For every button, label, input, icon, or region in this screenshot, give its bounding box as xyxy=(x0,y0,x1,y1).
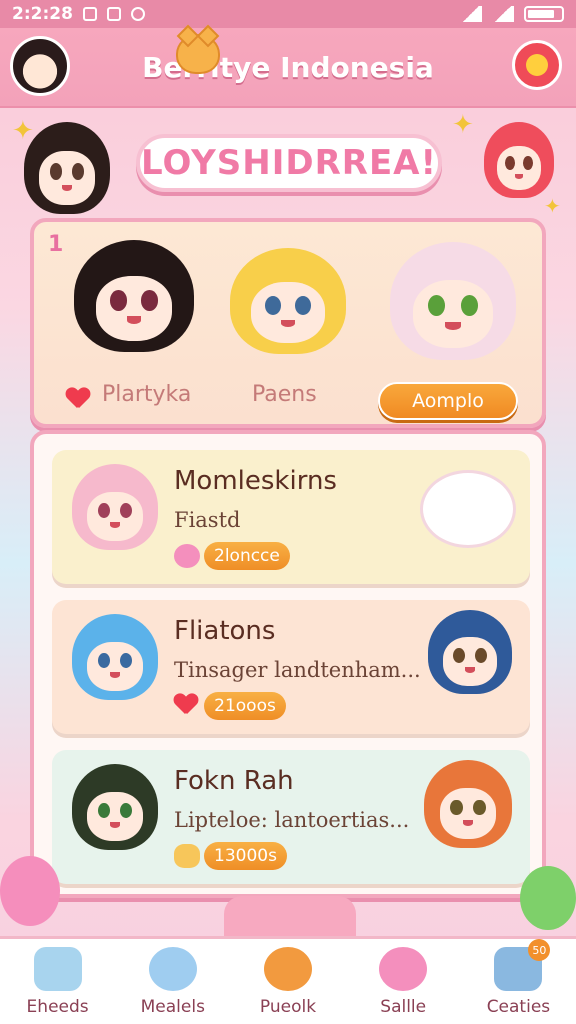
sparkle-icon: ✦ xyxy=(452,110,474,140)
card-title: Momleskirns xyxy=(174,466,337,496)
list-item[interactable]: Fliatons Tinsager landtenham... 21ooos xyxy=(52,600,530,734)
decor-blob xyxy=(520,866,576,930)
battery-icon xyxy=(524,6,564,22)
status-time: 2:2:28 xyxy=(12,4,73,24)
center-tab-bump xyxy=(224,896,356,940)
nav-label: Eheeds xyxy=(26,997,89,1017)
nav-label: Pueolk xyxy=(259,997,317,1017)
notification-icon xyxy=(82,7,97,21)
home-icon xyxy=(33,947,82,991)
controller-icon xyxy=(526,54,548,76)
list-panel: Momleskirns Fiastd 2loncce Fliatons Tins… xyxy=(30,430,546,898)
bottom-nav: Eheeds Mealels Pueolk Sallle 50 Ceaties xyxy=(0,936,576,1024)
card-count-pill: 2loncce xyxy=(204,542,290,570)
card-avatar xyxy=(72,614,158,700)
notification-badge: 50 xyxy=(528,939,551,961)
nav-label: Sallle xyxy=(380,997,427,1017)
heart-icon xyxy=(174,694,200,718)
heart-icon xyxy=(66,388,90,410)
featured-label-left: Plartyka xyxy=(102,382,192,407)
bear-icon xyxy=(174,844,200,868)
nav-label: Ceaties xyxy=(486,997,551,1017)
card-avatar xyxy=(72,764,158,850)
bear-icon xyxy=(148,947,197,991)
card-subtitle: Fiastd xyxy=(174,508,241,532)
profile-avatar[interactable] xyxy=(10,36,70,96)
list-item[interactable]: Momleskirns Fiastd 2loncce xyxy=(52,450,530,584)
card-title: Fliatons xyxy=(174,616,276,646)
blob-icon xyxy=(174,544,200,568)
nav-item-mealels[interactable]: Mealels xyxy=(115,939,230,1024)
banner-logo: LOYSHIDRREA! xyxy=(136,134,442,192)
featured-action-button[interactable]: Aomplo xyxy=(378,382,518,420)
app-icon xyxy=(106,7,121,21)
banner-character-left xyxy=(24,122,110,214)
nav-item-sallle[interactable]: Sallle xyxy=(346,939,461,1024)
featured-character-3[interactable] xyxy=(390,242,516,360)
featured-character-1[interactable] xyxy=(74,240,194,352)
list-item[interactable]: Fokn Rah Lipteloe: lantoertias... 13000s xyxy=(52,750,530,884)
banner-character-right xyxy=(484,122,554,198)
app-header: Berritye Indonesia xyxy=(0,28,576,106)
featured-character-2[interactable] xyxy=(230,248,346,354)
featured-panel: 1 Plartyka Paens Aomplo xyxy=(30,218,546,428)
wifi-icon xyxy=(460,6,482,22)
nav-label: Mealels xyxy=(140,997,205,1017)
nav-item-home[interactable]: Eheeds xyxy=(0,939,115,1024)
chat-icon xyxy=(130,7,145,21)
nav-item-ceaties[interactable]: 50 Ceaties xyxy=(461,939,576,1024)
decor-blob xyxy=(0,856,60,926)
nav-item-pueolk[interactable]: Pueolk xyxy=(230,939,345,1024)
cat-mascot-icon xyxy=(420,470,516,548)
card-character-right xyxy=(424,760,512,848)
card-subtitle: Tinsager landtenham... xyxy=(174,658,421,682)
rank-badge: 1 xyxy=(48,232,64,257)
card-avatar xyxy=(72,464,158,550)
mascot-icon xyxy=(176,34,220,74)
featured-label-middle: Paens xyxy=(252,382,317,407)
status-bar: 2:2:28 xyxy=(0,0,576,28)
blob-icon xyxy=(379,947,428,991)
list-icon: 50 xyxy=(494,939,551,991)
card-count-pill: 21ooos xyxy=(204,692,286,720)
game-controller-button[interactable] xyxy=(512,40,562,90)
cat-icon xyxy=(264,947,312,991)
card-count-pill: 13000s xyxy=(204,842,287,870)
sparkle-icon: ✦ xyxy=(544,194,561,218)
card-title: Fokn Rah xyxy=(174,766,294,796)
card-character-right xyxy=(428,610,512,694)
signal-icon xyxy=(492,6,514,22)
card-subtitle: Lipteloe: lantoertias... xyxy=(174,808,410,832)
